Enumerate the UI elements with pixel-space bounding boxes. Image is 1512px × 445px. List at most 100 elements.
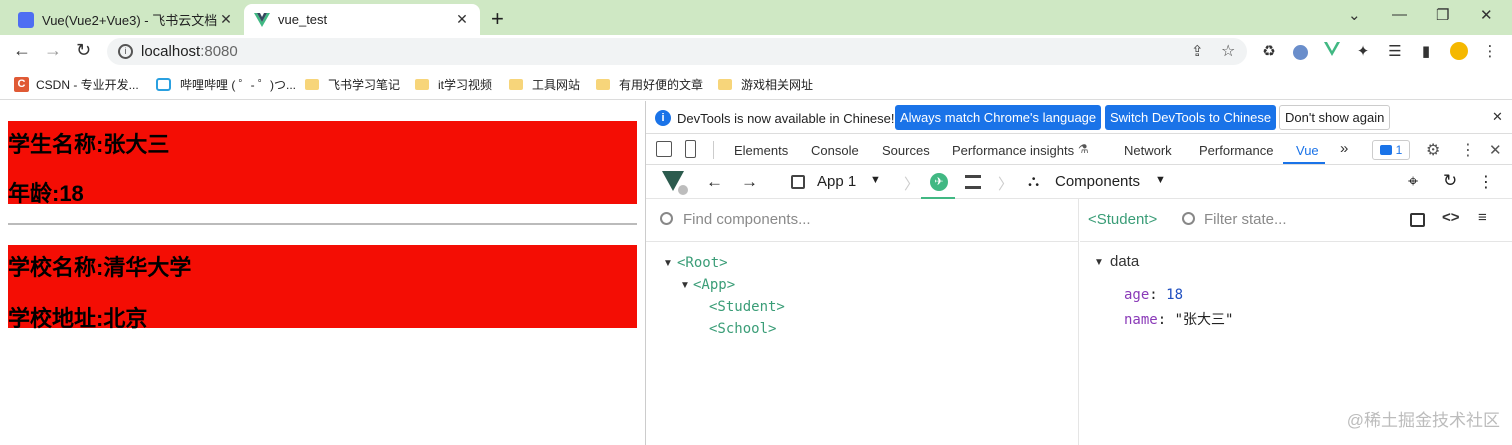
share-icon[interactable]: ⇪: [1191, 42, 1204, 60]
devtools-menu-icon[interactable]: ⋮: [1460, 140, 1476, 160]
more-tabs-icon[interactable]: »: [1340, 140, 1348, 157]
close-infobar-icon[interactable]: ✕: [1492, 109, 1503, 125]
breadcrumb-separator: 〉: [998, 176, 1014, 193]
message-icon: [1379, 145, 1392, 155]
inspect-element-icon[interactable]: [656, 141, 672, 157]
tab-vue-test[interactable]: vue_test ✕: [244, 4, 480, 35]
data-section-label[interactable]: data: [1110, 253, 1139, 270]
devtools-panel: i DevTools is now available in Chinese! …: [645, 101, 1512, 445]
folder-icon: [305, 79, 319, 90]
timeline-icon[interactable]: [965, 175, 981, 189]
flask-icon: ⚗: [1078, 142, 1089, 156]
vue-devtools-toolbar: ← → App 1 ▼ 〉 ✈ 〉 ⛬ Components ▼ ⌖ ↻ ⋮: [646, 166, 1512, 199]
chevron-down-icon[interactable]: ▼: [870, 174, 881, 186]
bookmark-articles[interactable]: 有用好便的文章: [596, 76, 703, 93]
view-selector[interactable]: Components: [1055, 173, 1140, 190]
watermark: @稀土掘金技术社区: [1346, 411, 1500, 430]
target-select-icon[interactable]: ⌖: [1408, 171, 1418, 192]
issues-badge[interactable]: 1: [1372, 140, 1410, 160]
tab-performance-insights[interactable]: Performance insights: [952, 143, 1074, 158]
switch-to-chinese-button[interactable]: Switch DevTools to Chinese: [1105, 105, 1277, 130]
close-tab-icon[interactable]: ✕: [454, 11, 470, 28]
student-name: 学生名称:张大三: [8, 132, 170, 157]
back-arrow-icon[interactable]: ←: [13, 40, 31, 61]
collapse-caret-icon[interactable]: ▼: [1094, 257, 1104, 268]
search-icon: [1182, 212, 1195, 225]
puzzle-extensions-icon[interactable]: ✦: [1353, 42, 1373, 62]
close-devtools-icon[interactable]: ✕: [1489, 141, 1502, 159]
browser-tab-bar: Vue(Vue2+Vue3) - 飞书云文档 ✕ vue_test ✕ + ⌄ …: [0, 0, 1512, 35]
tab-sources[interactable]: Sources: [882, 143, 930, 158]
address-bar[interactable]: i localhost:8080 ⇪ ☆: [107, 38, 1247, 65]
divider: [8, 223, 637, 225]
compass-icon[interactable]: ✈: [930, 173, 948, 191]
app-selector-icon: [791, 175, 805, 189]
tree-node-app[interactable]: <App>: [693, 277, 735, 293]
tab-performance[interactable]: Performance: [1199, 143, 1273, 158]
tree-node-root[interactable]: <Root>: [677, 255, 728, 271]
expand-caret-icon[interactable]: ▼: [680, 280, 690, 291]
expand-caret-icon[interactable]: ▼: [663, 258, 673, 269]
new-tab-button[interactable]: +: [491, 6, 504, 32]
toolbar-divider: [713, 141, 714, 159]
tab-network[interactable]: Network: [1124, 143, 1172, 158]
devtools-tab-strip: Elements Console Sources Performance ins…: [646, 135, 1512, 165]
find-components-input[interactable]: Find components...: [683, 211, 811, 228]
search-icon: [660, 212, 673, 225]
filter-state-input[interactable]: Filter state...: [1204, 211, 1287, 228]
tab-feishu-doc[interactable]: Vue(Vue2+Vue3) - 飞书云文档 ✕: [8, 4, 244, 35]
side-panel-icon[interactable]: ▮: [1416, 42, 1436, 62]
settings-gear-icon[interactable]: ⚙: [1426, 140, 1440, 160]
bookmark-csdn[interactable]: C CSDN - 专业开发...: [14, 76, 139, 93]
more-options-icon[interactable]: ⋮: [1478, 172, 1494, 192]
tab-search-icon[interactable]: ⌄: [1348, 6, 1361, 24]
bookmarks-bar: C CSDN - 专业开发... 哔哩哔哩 ( ゜- ゜)つ... 飞书学习笔记 …: [0, 68, 1512, 100]
inspector-header: <Student> Filter state... <> ≡: [1080, 199, 1512, 242]
close-tab-icon[interactable]: ✕: [218, 11, 234, 28]
vue-devtools-extension-icon[interactable]: [1322, 42, 1342, 62]
page-viewport: 学生名称:张大三 年龄:18 学校名称:清华大学 学校地址:北京: [0, 101, 645, 445]
tree-node-student[interactable]: <Student>: [709, 299, 785, 315]
dont-show-again-button[interactable]: Don't show again: [1279, 105, 1391, 130]
console-log-icon[interactable]: ≡: [1478, 209, 1487, 226]
tab-console[interactable]: Console: [811, 143, 859, 158]
browser-menu-icon[interactable]: ⋮: [1480, 42, 1500, 62]
recycle-extension-icon[interactable]: ♻: [1259, 42, 1279, 62]
site-info-icon[interactable]: i: [118, 44, 133, 59]
chevron-down-icon[interactable]: ▼: [1155, 174, 1166, 186]
tree-node-school[interactable]: <School>: [709, 321, 776, 337]
profile-avatar[interactable]: [1449, 42, 1469, 62]
refresh-icon[interactable]: ↻: [1443, 171, 1457, 191]
back-arrow-icon[interactable]: ←: [706, 172, 723, 192]
scroll-to-component-icon[interactable]: [1410, 213, 1425, 227]
tab-vue[interactable]: Vue: [1296, 143, 1319, 158]
bookmark-tools[interactable]: 工具网站: [509, 76, 580, 93]
tab-title: vue_test: [278, 12, 328, 27]
csdn-icon: C: [14, 77, 29, 92]
student-age: 年龄:18: [8, 181, 84, 206]
bookmark-star-icon[interactable]: ☆: [1221, 41, 1235, 61]
tab-elements[interactable]: Elements: [734, 143, 788, 158]
bookmark-it-videos[interactable]: it学习视频: [415, 76, 492, 93]
forward-arrow-icon[interactable]: →: [44, 40, 62, 61]
info-icon: i: [655, 110, 671, 126]
bookmark-feishu-notes[interactable]: 飞书学习笔记: [305, 76, 400, 93]
vue-logo-icon: [254, 12, 270, 28]
state-row-age: age: 18: [1124, 287, 1184, 303]
forward-arrow-icon[interactable]: →: [741, 172, 758, 192]
school-address: 学校地址:北京: [8, 306, 148, 331]
bookmark-games[interactable]: 游戏相关网址: [718, 76, 813, 93]
code-icon[interactable]: <>: [1442, 209, 1460, 226]
close-window-button[interactable]: ✕: [1480, 6, 1493, 24]
reload-icon[interactable]: ↻: [76, 40, 91, 61]
device-toolbar-icon[interactable]: [685, 140, 696, 158]
app-selector[interactable]: App 1: [817, 173, 856, 190]
always-match-language-button[interactable]: Always match Chrome's language: [895, 105, 1102, 130]
folder-icon: [596, 79, 610, 90]
globe-extension-icon[interactable]: [1290, 42, 1310, 62]
maximize-button[interactable]: ❐: [1436, 6, 1449, 24]
folder-icon: [718, 79, 732, 90]
bookmark-bilibili[interactable]: 哔哩哔哩 ( ゜- ゜)つ...: [156, 76, 296, 93]
minimize-button[interactable]: —: [1392, 6, 1407, 23]
reading-list-icon[interactable]: ☰: [1385, 42, 1405, 62]
